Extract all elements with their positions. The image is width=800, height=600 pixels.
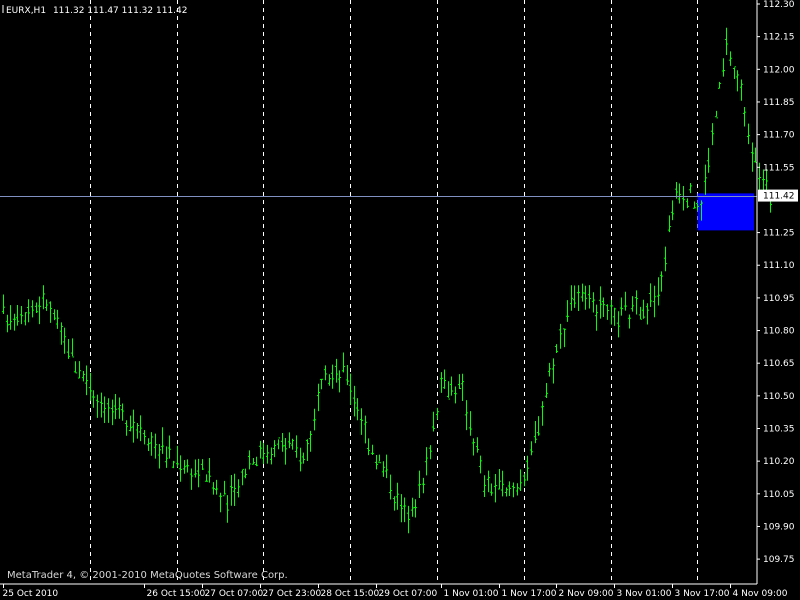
current-price-label: 111.42: [763, 192, 795, 202]
time-tick-label: 2 Nov 09:00: [559, 589, 614, 599]
highlight-zone: [697, 193, 754, 231]
time-tick-label: 3 Nov 17:00: [675, 589, 730, 599]
price-tick-label: 110.50: [763, 392, 795, 402]
price-tick-label: 110.80: [763, 327, 795, 337]
price-tick-label: 110.35: [763, 425, 795, 435]
price-tick-label: 111.25: [763, 229, 795, 239]
time-tick-label: 29 Oct 07:00: [379, 589, 438, 599]
time-tick-label: 27 Oct 23:00: [263, 589, 322, 599]
price-tick-label: 111.55: [763, 163, 795, 173]
time-tick-label: 28 Oct 15:00: [321, 589, 380, 599]
time-tick-label: 3 Nov 01:00: [617, 589, 672, 599]
chart-header: EURX,H1 111.32 111.47 111.32 111.42: [2, 5, 188, 16]
price-chart[interactable]: 112.30 112.15 112.00 111.85 111.70 111.55 111.…: [0, 0, 800, 600]
price-tick-label: 112.30: [763, 0, 795, 10]
price-tick-label: 110.05: [763, 490, 795, 500]
time-tick-label: 27 Oct 07:00: [205, 589, 264, 599]
price-tick-label: 111.70: [763, 131, 795, 141]
price-tick-label: 109.90: [763, 522, 795, 532]
price-tick-label: 110.65: [763, 359, 795, 369]
price-tick-label: 109.75: [763, 555, 795, 565]
time-tick-label: 26 Oct 15:00: [147, 589, 206, 599]
chart-svg[interactable]: 112.30 112.15 112.00 111.85 111.70 111.55 111.…: [0, 0, 800, 600]
symbol-title: EURX,H1: [6, 6, 46, 16]
price-tick-label: 111.10: [763, 261, 795, 271]
price-tick-label: 112.15: [763, 33, 795, 43]
chart-background: [0, 0, 800, 600]
chart-title: EURX,H1 111.32 111.47 111.32 111.42: [6, 6, 188, 16]
time-tick-label: 1 Nov 01:00: [444, 589, 499, 599]
time-tick-label: 1 Nov 17:00: [502, 589, 557, 599]
highlight-rectangle: [697, 193, 754, 231]
price-tick-label: 112.00: [763, 65, 795, 75]
time-tick-label: 4 Nov 09:00: [733, 589, 788, 599]
copyright-text: MetaTrader 4, © 2001-2010 MetaQuotes Sof…: [7, 570, 288, 581]
ohlc-readout: 111.32 111.47 111.32 111.42: [53, 6, 188, 16]
price-tick-label: 110.95: [763, 294, 795, 304]
price-tick-label: 110.20: [763, 457, 795, 467]
time-tick-label: 25 Oct 2010: [3, 589, 59, 599]
price-tick-label: 111.85: [763, 98, 795, 108]
